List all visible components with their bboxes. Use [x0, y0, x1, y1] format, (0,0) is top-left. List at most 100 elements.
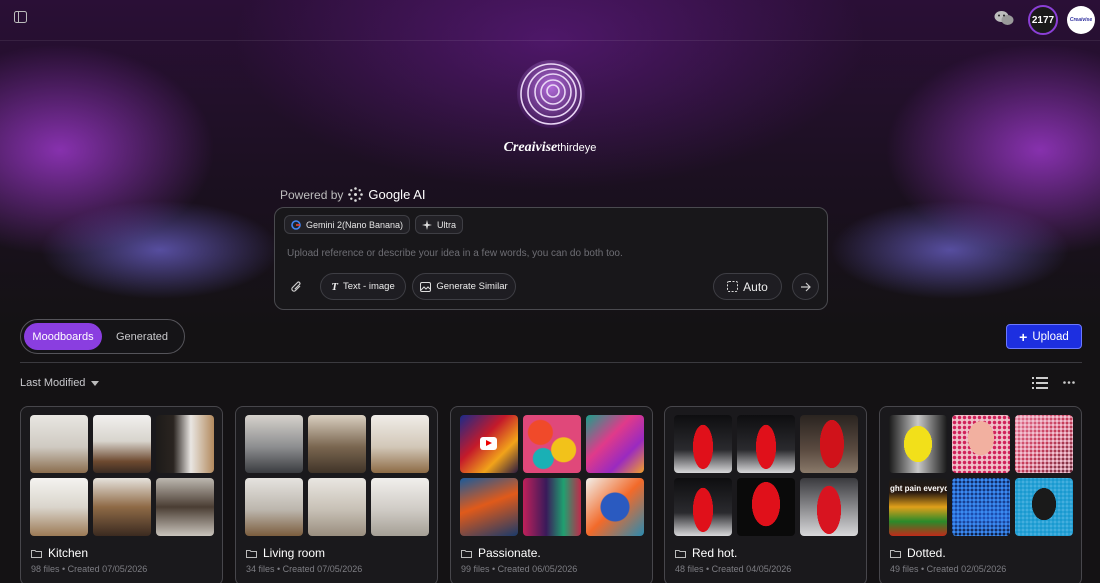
moodboard-card[interactable]: Kitchen 98 files • Created 07/05/2026 — [20, 406, 223, 583]
card-title: Dotted. — [890, 546, 946, 560]
play-icon — [480, 437, 497, 450]
sort-label: Last Modified — [20, 377, 86, 389]
brand-name-light: thirdeye — [557, 142, 597, 154]
wechat-icon — [994, 11, 1014, 25]
upload-label: Upload — [1032, 330, 1069, 343]
prompt-input[interactable]: Upload reference or describe your idea i… — [287, 248, 623, 259]
moodboard-card[interactable]: Red hot. 48 files • Created 04/05/2026 — [664, 406, 867, 583]
thumbnail — [800, 478, 858, 536]
aspect-label: Auto — [743, 279, 768, 294]
header-divider — [0, 40, 1100, 41]
thumbnail — [737, 478, 795, 536]
thumbnail — [800, 415, 858, 473]
thumbnail — [1015, 478, 1073, 536]
sort-dropdown[interactable]: Last Modified — [20, 377, 100, 389]
text-to-image-button[interactable]: T Text - image — [320, 273, 406, 300]
model-selector[interactable]: Gemini 2(Nano Banana) — [284, 215, 411, 234]
thumbnail-grid: ght pain everyd — [889, 415, 1074, 536]
thumbnail — [156, 478, 214, 536]
board-meta: 49 files • Created 02/05/2026 — [890, 564, 1007, 574]
thumbnail — [586, 415, 644, 473]
attach-button[interactable] — [285, 274, 309, 301]
moodboard-card[interactable]: Passionate. 99 files • Created 06/05/202… — [450, 406, 653, 583]
board-meta: 98 files • Created 07/05/2026 — [31, 564, 148, 574]
thumbnail — [460, 415, 518, 473]
thumbnail — [889, 415, 947, 473]
folder-icon — [246, 549, 257, 558]
thumbnail — [371, 478, 429, 536]
powered-prefix: Powered by — [280, 187, 344, 202]
model-label: Gemini 2(Nano Banana) — [306, 219, 404, 230]
thumbnail-grid — [674, 415, 859, 536]
thumbnail — [245, 415, 303, 473]
powered-by: Powered by Google AI — [280, 187, 425, 202]
board-meta: 99 files • Created 06/05/2026 — [461, 564, 578, 574]
thumbnail — [952, 415, 1010, 473]
card-title: Red hot. — [675, 546, 737, 560]
crop-icon — [727, 281, 739, 292]
board-name: Passionate. — [478, 546, 541, 560]
paperclip-icon — [291, 281, 301, 292]
thumbnail — [245, 478, 303, 536]
thumbnail — [460, 478, 518, 536]
moodboard-card[interactable]: ght pain everyd Dotted. 49 files • Creat… — [879, 406, 1082, 583]
avatar[interactable]: Creaivise — [1067, 6, 1095, 34]
section-divider — [20, 362, 1082, 363]
card-title: Passionate. — [461, 546, 541, 560]
thumbnail — [952, 478, 1010, 536]
board-meta: 48 files • Created 04/05/2026 — [675, 564, 792, 574]
prompt-box: Gemini 2(Nano Banana) Ultra Upload refer… — [274, 207, 828, 310]
send-button[interactable] — [792, 273, 819, 300]
tab-moodboards[interactable]: Moodboards — [24, 323, 102, 350]
brand-name-bold: Creaivise — [503, 140, 558, 155]
thumbnail — [523, 478, 581, 536]
credits-badge[interactable]: 2177 — [1028, 5, 1058, 35]
thumbnail — [156, 415, 214, 473]
arrow-right-icon — [801, 282, 811, 291]
thumbnail-grid — [245, 415, 430, 536]
moodboard-card[interactable]: Living room 34 files • Created 07/05/202… — [235, 406, 438, 583]
tab-generated[interactable]: Generated — [106, 323, 178, 350]
google-ai-icon — [348, 187, 364, 202]
caret-down-icon — [91, 380, 100, 386]
board-name: Red hot. — [692, 546, 738, 560]
board-name: Living room — [263, 546, 326, 560]
image-icon — [420, 281, 432, 292]
thumbnail — [1015, 415, 1073, 473]
thumbnail — [523, 415, 581, 473]
thumbnail-caption: ght pain everyd — [890, 484, 947, 493]
card-title: Living room — [246, 546, 325, 560]
upload-button[interactable]: + Upload — [1006, 324, 1082, 349]
thumbnail-grid — [30, 415, 215, 536]
thumbnail — [737, 415, 795, 473]
board-name: Kitchen — [48, 546, 89, 560]
generate-similar-label: Generate Similar — [436, 281, 508, 292]
thumbnail — [308, 415, 366, 473]
thumbnail — [674, 478, 732, 536]
view-tabs: Moodboards Generated — [20, 319, 185, 354]
thumbnail — [586, 478, 644, 536]
thumbnail-grid — [460, 415, 645, 536]
powered-provider: Google AI — [368, 187, 426, 202]
thumbnail — [93, 478, 151, 536]
brand-logo — [517, 60, 585, 128]
google-g-icon — [291, 219, 301, 230]
list-view-icon[interactable] — [1032, 377, 1048, 389]
board-meta: 34 files • Created 07/05/2026 — [246, 564, 363, 574]
thumbnail — [674, 415, 732, 473]
text-icon: T — [331, 280, 338, 293]
thumbnail — [30, 415, 88, 473]
folder-icon — [890, 549, 901, 558]
folder-icon — [31, 549, 42, 558]
sidebar-icon — [13, 11, 27, 23]
board-name: Dotted. — [907, 546, 946, 560]
generate-similar-button[interactable]: Generate Similar — [412, 273, 516, 300]
plus-icon: + — [1019, 328, 1028, 345]
thumbnail — [93, 415, 151, 473]
quality-selector[interactable]: Ultra — [415, 215, 464, 234]
more-options-button[interactable] — [1061, 375, 1077, 389]
aspect-ratio-selector[interactable]: Auto — [713, 273, 782, 300]
card-title: Kitchen — [31, 546, 88, 560]
sidebar-toggle-button[interactable] — [10, 8, 30, 26]
wechat-button[interactable] — [993, 9, 1015, 27]
